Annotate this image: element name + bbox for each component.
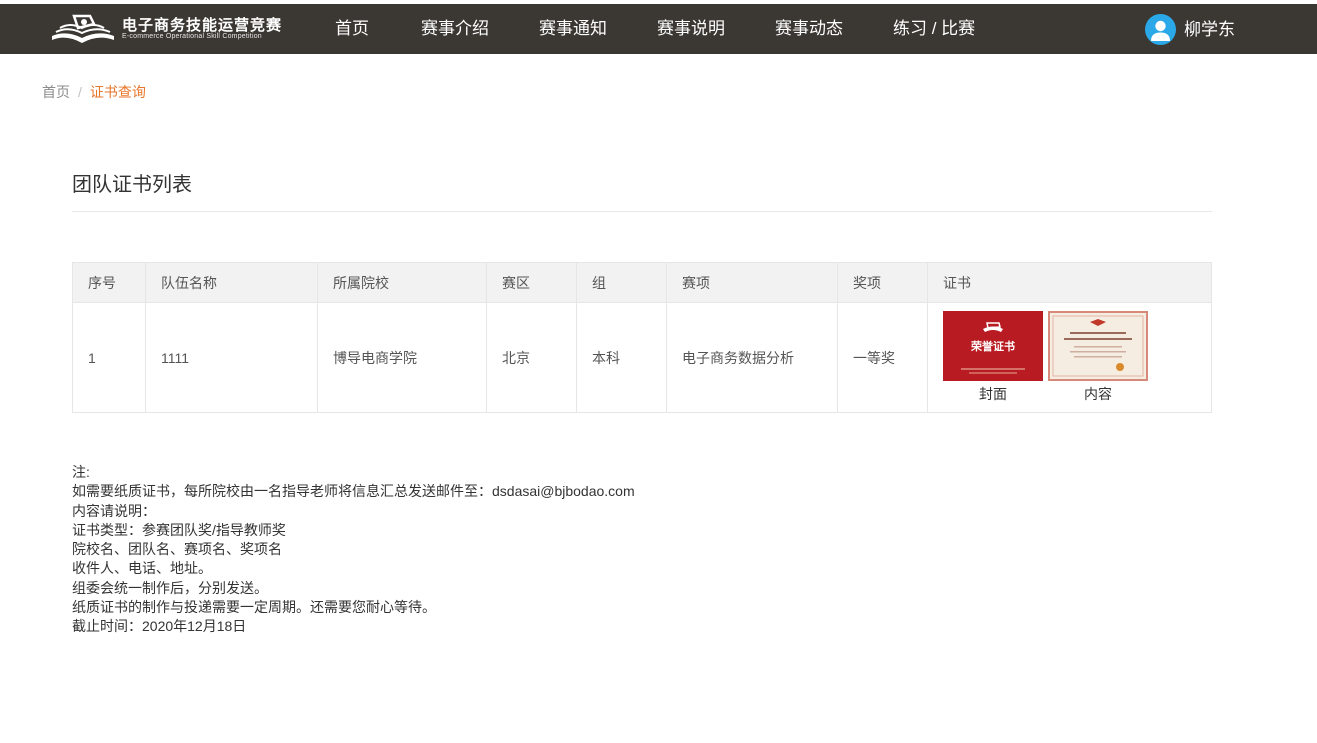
cell-award: 一等奖	[837, 302, 928, 413]
column-header-region: 赛区	[486, 262, 577, 303]
breadcrumb-separator: /	[78, 84, 82, 100]
certificate-cover-label[interactable]: 封面	[979, 384, 1007, 404]
logo-title: 电子商务技能运营竞赛	[122, 17, 283, 34]
table-row: 1 1111 博导电商学院 北京 本科 电子商务数据分析 一等奖 荣誉证书 封面…	[72, 302, 1212, 413]
note-line: 组委会统一制作后，分别发送。	[72, 579, 268, 596]
certificate-table: 序号 队伍名称 所属院校 赛区 组 赛项 奖项 证书 1 1111 博导电商学院…	[72, 262, 1212, 413]
title-divider	[72, 211, 1212, 212]
note-line: 院校名、团队名、赛项名、奖项名	[72, 541, 282, 558]
cell-group: 本科	[576, 302, 667, 413]
cell-certificate: 荣誉证书 封面 内容	[927, 302, 1212, 413]
column-header-school: 所属院校	[317, 262, 487, 303]
column-header-group: 组	[576, 262, 667, 303]
logo-subtitle: E-commerce Operational Skill Competition	[122, 33, 262, 40]
certificate-cover-text: 荣誉证书	[971, 341, 1015, 353]
logo-book-icon	[52, 14, 114, 43]
nav-item-home[interactable]: 首页	[335, 4, 369, 54]
breadcrumb-home-link[interactable]: 首页	[42, 84, 70, 100]
cell-event: 电子商务数据分析	[666, 302, 838, 413]
note-line: 截止时间：2020年12月18日	[72, 618, 247, 635]
breadcrumb-current: 证书查询	[89, 84, 146, 100]
column-header-event: 赛项	[666, 262, 838, 303]
breadcrumb: 首页 / 证书查询	[42, 82, 146, 102]
page-title: 团队证书列表	[72, 174, 192, 196]
note-line: 注:	[72, 464, 90, 480]
note-line: 证书类型：参赛团队奖/指导教师奖	[72, 521, 286, 538]
column-header-team: 队伍名称	[145, 262, 318, 303]
note-line: 内容请说明：	[72, 502, 156, 519]
table-header-row: 序号 队伍名称 所属院校 赛区 组 赛项 奖项 证书	[72, 262, 1212, 303]
certificate-cover-thumb[interactable]: 荣誉证书 封面	[943, 311, 1043, 404]
cell-region: 北京	[486, 302, 577, 413]
column-header-index: 序号	[72, 262, 146, 303]
site-logo[interactable]: 电子商务技能运营竞赛 E-commerce Operational Skill …	[50, 12, 285, 46]
certificate-page-icon	[1052, 315, 1144, 377]
notes-section: 注: 如需要纸质证书，每所院校由一名指导老师将信息汇总发送邮件至：dsdasai…	[72, 463, 635, 637]
certificate-thumbnails: 荣誉证书 封面 内容	[943, 311, 1211, 404]
certificate-content-thumb[interactable]: 内容	[1048, 311, 1148, 404]
nav-item-practice[interactable]: 练习 / 比赛	[893, 4, 975, 54]
cell-school: 博导电商学院	[317, 302, 487, 413]
certificate-cover-image[interactable]: 荣誉证书	[943, 311, 1043, 381]
certificate-content-image[interactable]	[1048, 311, 1148, 381]
cell-team: 1111	[145, 302, 318, 413]
nav-item-description[interactable]: 赛事说明	[657, 4, 725, 54]
column-header-award: 奖项	[837, 262, 928, 303]
certificate-content-label[interactable]: 内容	[1084, 384, 1112, 404]
nav-item-news[interactable]: 赛事动态	[775, 4, 843, 54]
cell-index: 1	[72, 302, 146, 413]
nav-item-intro[interactable]: 赛事介绍	[421, 4, 489, 54]
nav-item-notice[interactable]: 赛事通知	[539, 4, 607, 54]
user-avatar-icon[interactable]	[1145, 14, 1176, 45]
note-line: 如需要纸质证书，每所院校由一名指导老师将信息汇总发送邮件至：dsdasai@bj…	[72, 483, 635, 500]
column-header-certificate: 证书	[927, 262, 1212, 303]
user-name[interactable]: 柳学东	[1184, 14, 1235, 45]
note-line: 收件人、电话、地址。	[72, 560, 212, 577]
note-line: 纸质证书的制作与投递需要一定周期。还需要您耐心等待。	[72, 599, 436, 616]
top-navigation-bar: 电子商务技能运营竞赛 E-commerce Operational Skill …	[0, 4, 1317, 54]
